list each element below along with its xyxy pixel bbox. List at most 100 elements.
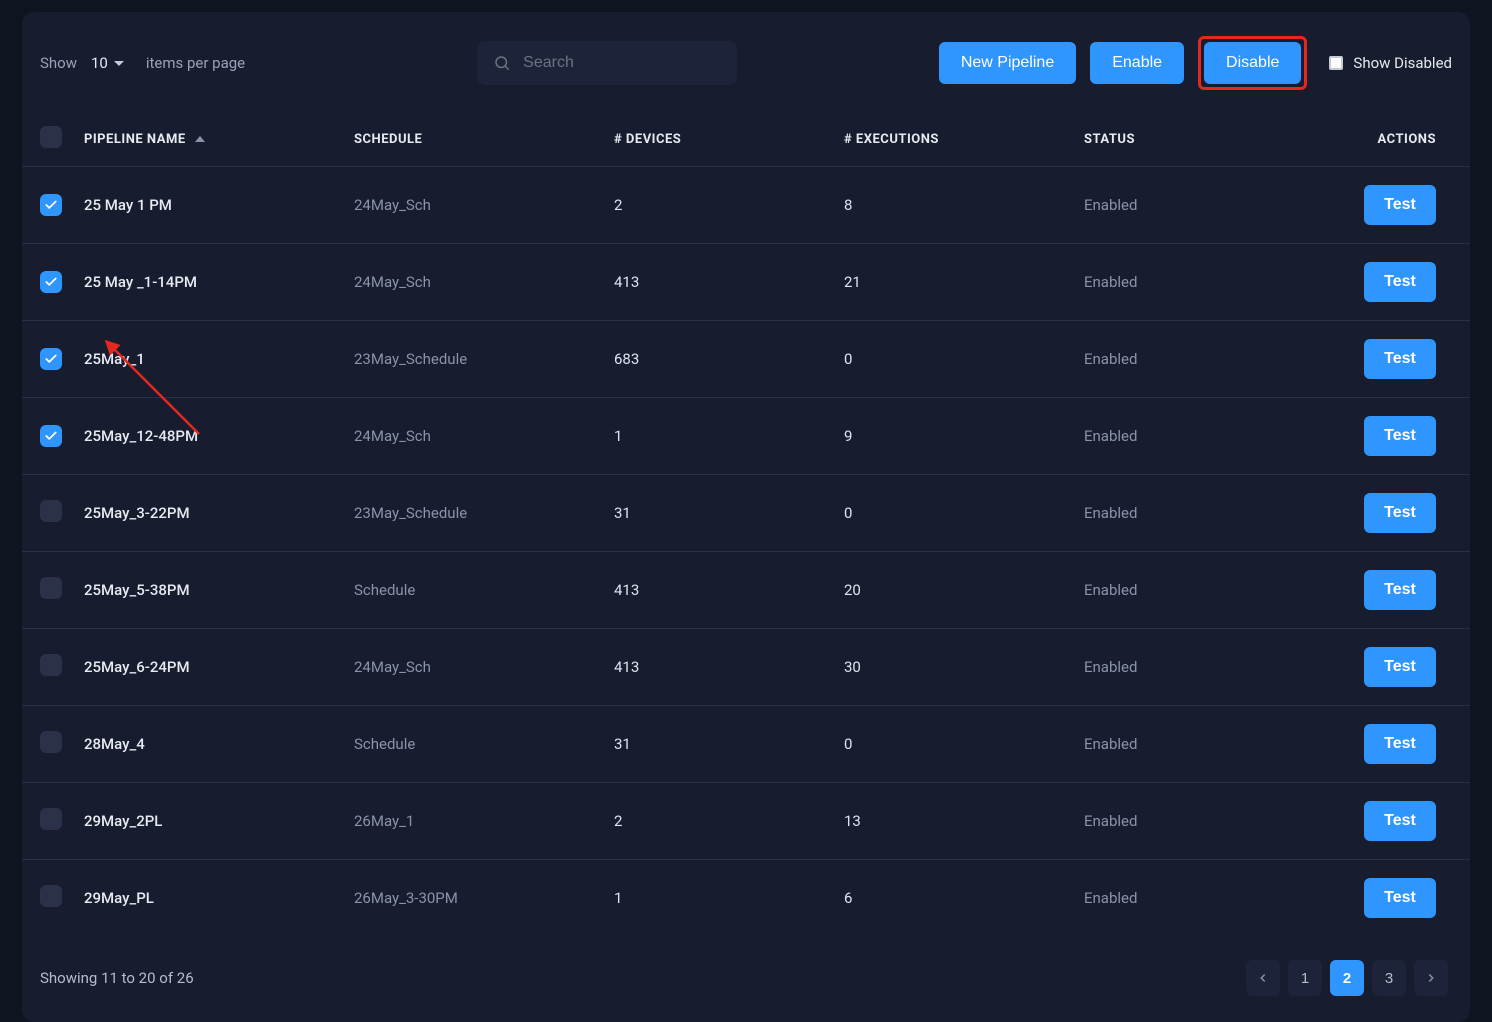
pipeline-name[interactable]: 25 May _1-14PM [80, 244, 350, 321]
executions-cell: 6 [840, 860, 1080, 937]
search-wrap[interactable] [477, 41, 737, 85]
row-checkbox[interactable] [40, 194, 62, 216]
schedule-cell: 23May_Schedule [350, 475, 610, 552]
pipeline-name[interactable]: 28May_4 [80, 706, 350, 783]
schedule-cell: 24May_Sch [350, 167, 610, 244]
col-header-executions[interactable]: # EXECUTIONS [840, 116, 1080, 167]
status-cell: Enabled [1080, 167, 1320, 244]
pipeline-name[interactable]: 29May_2PL [80, 783, 350, 860]
executions-cell: 30 [840, 629, 1080, 706]
executions-cell: 0 [840, 321, 1080, 398]
col-header-devices[interactable]: # DEVICES [610, 116, 840, 167]
table-row[interactable]: 25 May 1 PM24May_Sch28EnabledTest [22, 167, 1470, 244]
table-row[interactable]: 25May_12-48PM24May_Sch19EnabledTest [22, 398, 1470, 475]
schedule-cell: 26May_1 [350, 783, 610, 860]
row-checkbox[interactable] [40, 425, 62, 447]
table-row[interactable]: 25May_123May_Schedule6830EnabledTest [22, 321, 1470, 398]
pipeline-name[interactable]: 25 May 1 PM [80, 167, 350, 244]
checkbox-icon [1329, 56, 1343, 70]
row-checkbox[interactable] [40, 271, 62, 293]
test-button[interactable]: Test [1364, 185, 1436, 225]
table-row[interactable]: 25 May _1-14PM24May_Sch41321EnabledTest [22, 244, 1470, 321]
toolbar: Show 10 items per page New Pipeline Enab… [22, 26, 1470, 116]
table-footer: Showing 11 to 20 of 26 123 [22, 936, 1470, 998]
table-row[interactable]: 28May_4Schedule310EnabledTest [22, 706, 1470, 783]
test-button[interactable]: Test [1364, 570, 1436, 610]
schedule-cell: 24May_Sch [350, 629, 610, 706]
row-checkbox[interactable] [40, 577, 62, 599]
new-pipeline-button[interactable]: New Pipeline [939, 42, 1076, 84]
page-next-button[interactable] [1414, 960, 1448, 996]
schedule-cell: Schedule [350, 706, 610, 783]
sort-asc-icon [195, 136, 205, 142]
devices-cell: 413 [610, 244, 840, 321]
pipeline-name[interactable]: 25May_3-22PM [80, 475, 350, 552]
row-checkbox[interactable] [40, 808, 62, 830]
caret-down-icon [114, 61, 124, 66]
executions-cell: 20 [840, 552, 1080, 629]
col-header-actions: ACTIONS [1320, 116, 1470, 167]
test-button[interactable]: Test [1364, 878, 1436, 918]
pipeline-name[interactable]: 25May_6-24PM [80, 629, 350, 706]
executions-cell: 0 [840, 475, 1080, 552]
status-cell: Enabled [1080, 244, 1320, 321]
pipeline-name[interactable]: 25May_12-48PM [80, 398, 350, 475]
row-checkbox[interactable] [40, 731, 62, 753]
devices-cell: 1 [610, 860, 840, 937]
test-button[interactable]: Test [1364, 416, 1436, 456]
devices-cell: 31 [610, 706, 840, 783]
row-checkbox[interactable] [40, 348, 62, 370]
select-all-checkbox[interactable] [40, 126, 62, 148]
table-row[interactable]: 29May_PL26May_3-30PM16EnabledTest [22, 860, 1470, 937]
items-per-page-label: items per page [146, 54, 245, 72]
disable-highlight: Disable [1198, 36, 1307, 90]
table-row[interactable]: 25May_6-24PM24May_Sch41330Enabled Test [22, 629, 1470, 706]
row-checkbox[interactable] [40, 654, 62, 676]
row-checkbox[interactable] [40, 500, 62, 522]
row-checkbox[interactable] [40, 885, 62, 907]
status-cell: Enabled [1080, 475, 1320, 552]
table-row[interactable]: 25May_5-38PMSchedule41320EnabledTest [22, 552, 1470, 629]
test-button[interactable]: Test [1364, 801, 1436, 841]
schedule-cell: 26May_3-30PM [350, 860, 610, 937]
status-cell: Enabled [1080, 783, 1320, 860]
search-input[interactable] [523, 54, 721, 72]
page-prev-button[interactable] [1246, 960, 1280, 996]
show-disabled-toggle[interactable]: Show Disabled [1329, 54, 1452, 72]
devices-cell: 413 [610, 629, 840, 706]
devices-cell: 2 [610, 167, 840, 244]
disable-button[interactable]: Disable [1204, 42, 1301, 84]
status-cell: Enabled [1080, 629, 1320, 706]
schedule-cell: 23May_Schedule [350, 321, 610, 398]
executions-cell: 0 [840, 706, 1080, 783]
table-row[interactable]: 25May_3-22PM23May_Schedule310EnabledTest [22, 475, 1470, 552]
pipeline-name[interactable]: 29May_PL [80, 860, 350, 937]
devices-cell: 1 [610, 398, 840, 475]
pipeline-name[interactable]: 25May_5-38PM [80, 552, 350, 629]
pipelines-table: PIPELINE NAME SCHEDULE # DEVICES # EXECU… [22, 116, 1470, 936]
page-number-button[interactable]: 3 [1372, 960, 1406, 996]
test-button[interactable]: Test [1364, 262, 1436, 302]
col-header-schedule[interactable]: SCHEDULE [350, 116, 610, 167]
devices-cell: 2 [610, 783, 840, 860]
status-cell: Enabled [1080, 398, 1320, 475]
pipeline-name[interactable]: 25May_1 [80, 321, 350, 398]
col-header-name[interactable]: PIPELINE NAME [80, 116, 350, 167]
show-label: Show [40, 54, 77, 72]
test-button[interactable]: Test [1364, 339, 1436, 379]
enable-button[interactable]: Enable [1090, 42, 1184, 84]
page-size-select[interactable]: 10 [91, 54, 124, 72]
test-button[interactable]: Test [1364, 493, 1436, 533]
executions-cell: 9 [840, 398, 1080, 475]
test-button[interactable]: Test [1364, 724, 1436, 764]
show-disabled-label: Show Disabled [1353, 54, 1452, 72]
pipelines-panel: Show 10 items per page New Pipeline Enab… [22, 12, 1470, 1022]
page-number-button[interactable]: 2 [1330, 960, 1364, 996]
devices-cell: 683 [610, 321, 840, 398]
showing-text: Showing 11 to 20 of 26 [40, 969, 194, 987]
table-row[interactable]: 29May_2PL26May_1213EnabledTest [22, 783, 1470, 860]
page-number-button[interactable]: 1 [1288, 960, 1322, 996]
executions-cell: 21 [840, 244, 1080, 321]
test-button[interactable]: Test [1364, 647, 1436, 687]
col-header-status[interactable]: STATUS [1080, 116, 1320, 167]
